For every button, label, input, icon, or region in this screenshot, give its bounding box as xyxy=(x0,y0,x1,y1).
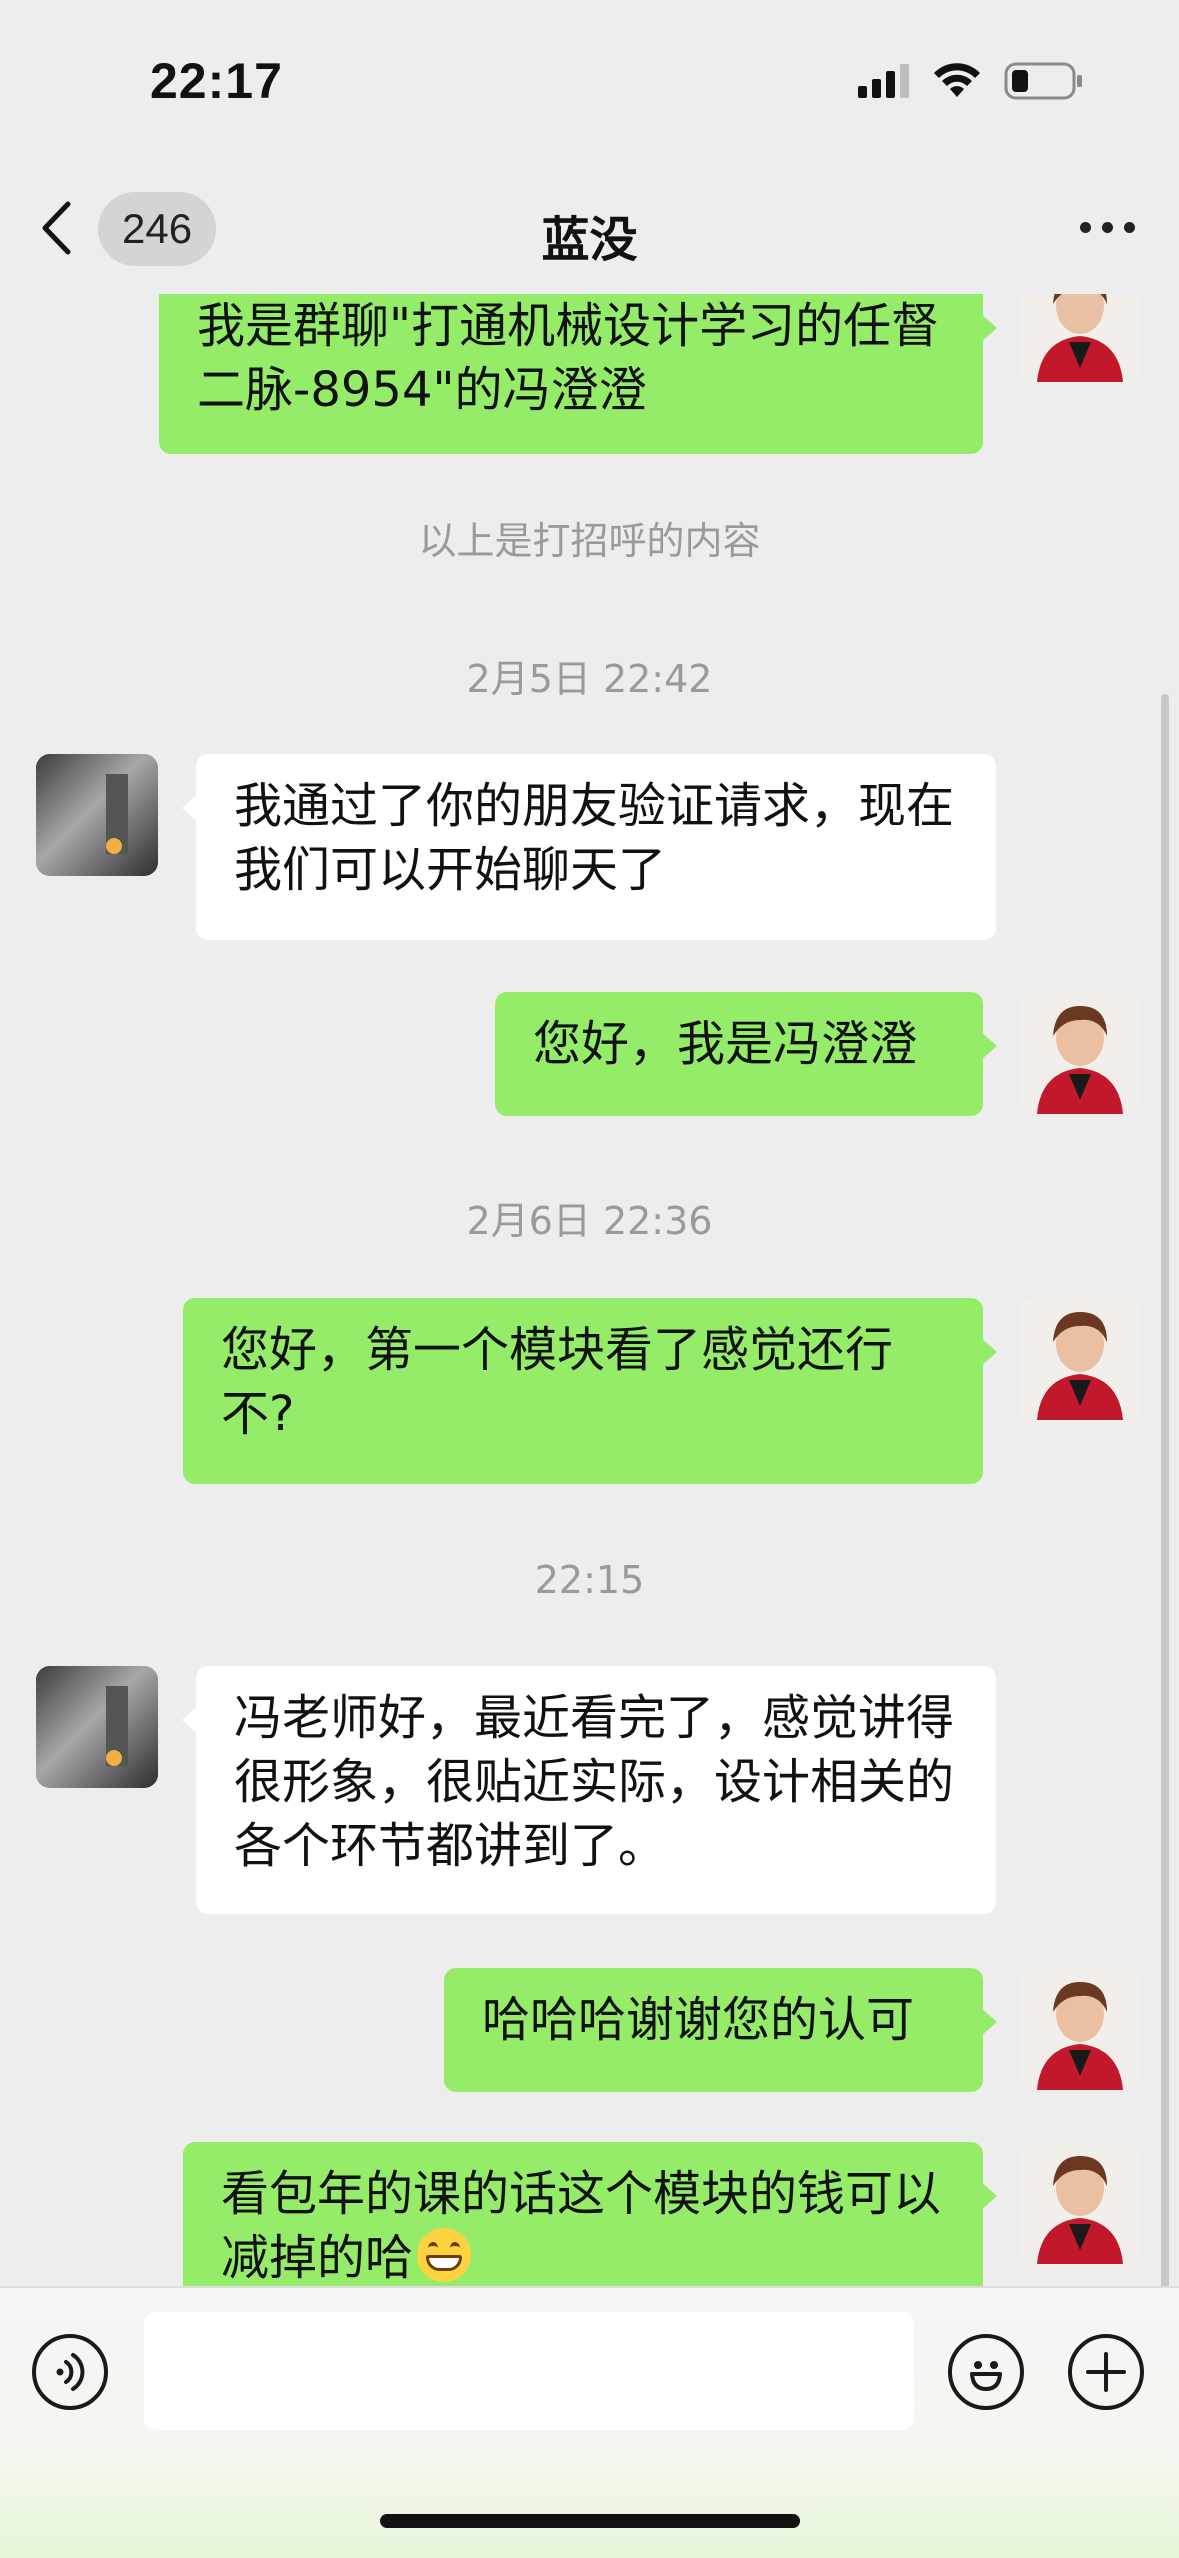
message-bubble-sent[interactable]: 您好，第一个模块看了感觉还行不? xyxy=(183,1298,997,1484)
message-row: 我是群聊"打通机械设计学习的任督二脉-8954"的冯澄澄 xyxy=(0,294,1179,464)
timestamp: 2月6日 22:36 xyxy=(466,1199,713,1243)
status-time: 22:17 xyxy=(150,53,283,109)
message-row: 您好，第一个模块看了感觉还行不? xyxy=(0,1298,1179,1488)
message-row: 您好，我是冯澄澄 xyxy=(0,992,1179,1122)
smiley-face-icon xyxy=(970,2361,1002,2391)
contact-photo-icon xyxy=(36,1666,158,1788)
person-avatar-icon xyxy=(1019,2142,1141,2264)
avatar-contact[interactable] xyxy=(36,1666,158,1788)
more-functions-button[interactable] xyxy=(1068,2334,1144,2410)
message-row: 冯老师好，最近看完了，感觉讲得很形象，很贴近实际，设计相关的各个环节都讲到了。 xyxy=(0,1666,1179,1916)
person-avatar-icon xyxy=(1019,992,1141,1114)
emoji-button[interactable] xyxy=(948,2334,1024,2410)
message-text: 看包年的课的话这个模块的钱可以减掉的哈 xyxy=(221,2166,942,2286)
status-bar: 22:17 xyxy=(0,0,1179,170)
wifi-icon xyxy=(934,63,980,97)
message-bubble-sent[interactable]: 看包年的课的话这个模块的钱可以减掉的哈 xyxy=(183,2142,997,2286)
message-list[interactable]: 我是群聊"打通机械设计学习的任督二脉-8954"的冯澄澄 以上是打招呼的内容 2… xyxy=(0,294,1179,2286)
chat-title: 蓝没 xyxy=(541,212,638,268)
person-avatar-icon xyxy=(1019,1968,1141,2090)
message-row: 我通过了你的朋友验证请求，现在我们可以开始聊天了 xyxy=(0,754,1179,944)
avatar-self[interactable] xyxy=(1019,294,1141,382)
message-bubble-sent[interactable]: 我是群聊"打通机械设计学习的任督二脉-8954"的冯澄澄 xyxy=(159,294,997,454)
more-dots-icon xyxy=(1080,222,1091,233)
avatar-self[interactable] xyxy=(1019,1968,1141,2090)
input-bar xyxy=(0,2286,1179,2558)
voice-waves-icon xyxy=(56,2353,85,2391)
message-bubble-sent[interactable]: 哈哈哈谢谢您的认可 xyxy=(444,1968,997,2092)
status-icons xyxy=(858,62,1084,100)
contact-photo-icon xyxy=(36,754,158,876)
person-avatar-icon xyxy=(1019,1298,1141,1420)
message-input[interactable] xyxy=(144,2312,914,2430)
message-row: 看包年的课的话这个模块的钱可以减掉的哈 xyxy=(0,2142,1179,2286)
cellular-signal-icon xyxy=(858,64,909,98)
person-avatar-icon xyxy=(1019,294,1141,382)
system-notice: 以上是打招呼的内容 xyxy=(418,519,761,563)
more-options-button[interactable] xyxy=(1080,222,1135,233)
avatar-self[interactable] xyxy=(1019,1298,1141,1420)
plus-icon xyxy=(1086,2352,1126,2392)
avatar-self[interactable] xyxy=(1019,2142,1141,2264)
avatar-contact[interactable] xyxy=(36,754,158,876)
timestamp: 2月5日 22:42 xyxy=(466,657,713,701)
grinning-face-emoji-icon xyxy=(417,2228,472,2282)
message-row: 哈哈哈谢谢您的认可 xyxy=(0,1968,1179,2098)
message-bubble-received[interactable]: 我通过了你的朋友验证请求，现在我们可以开始聊天了 xyxy=(182,754,996,940)
battery-icon xyxy=(1004,62,1082,100)
voice-input-button[interactable] xyxy=(32,2334,108,2410)
message-bubble-sent[interactable]: 您好，我是冯澄澄 xyxy=(495,992,997,1116)
avatar-self[interactable] xyxy=(1019,992,1141,1114)
timestamp: 22:15 xyxy=(534,1558,645,1602)
chat-header: 246 蓝没 xyxy=(0,170,1179,296)
message-bubble-received[interactable]: 冯老师好，最近看完了，感觉讲得很形象，很贴近实际，设计相关的各个环节都讲到了。 xyxy=(182,1666,996,1914)
home-indicator[interactable] xyxy=(380,2514,800,2528)
